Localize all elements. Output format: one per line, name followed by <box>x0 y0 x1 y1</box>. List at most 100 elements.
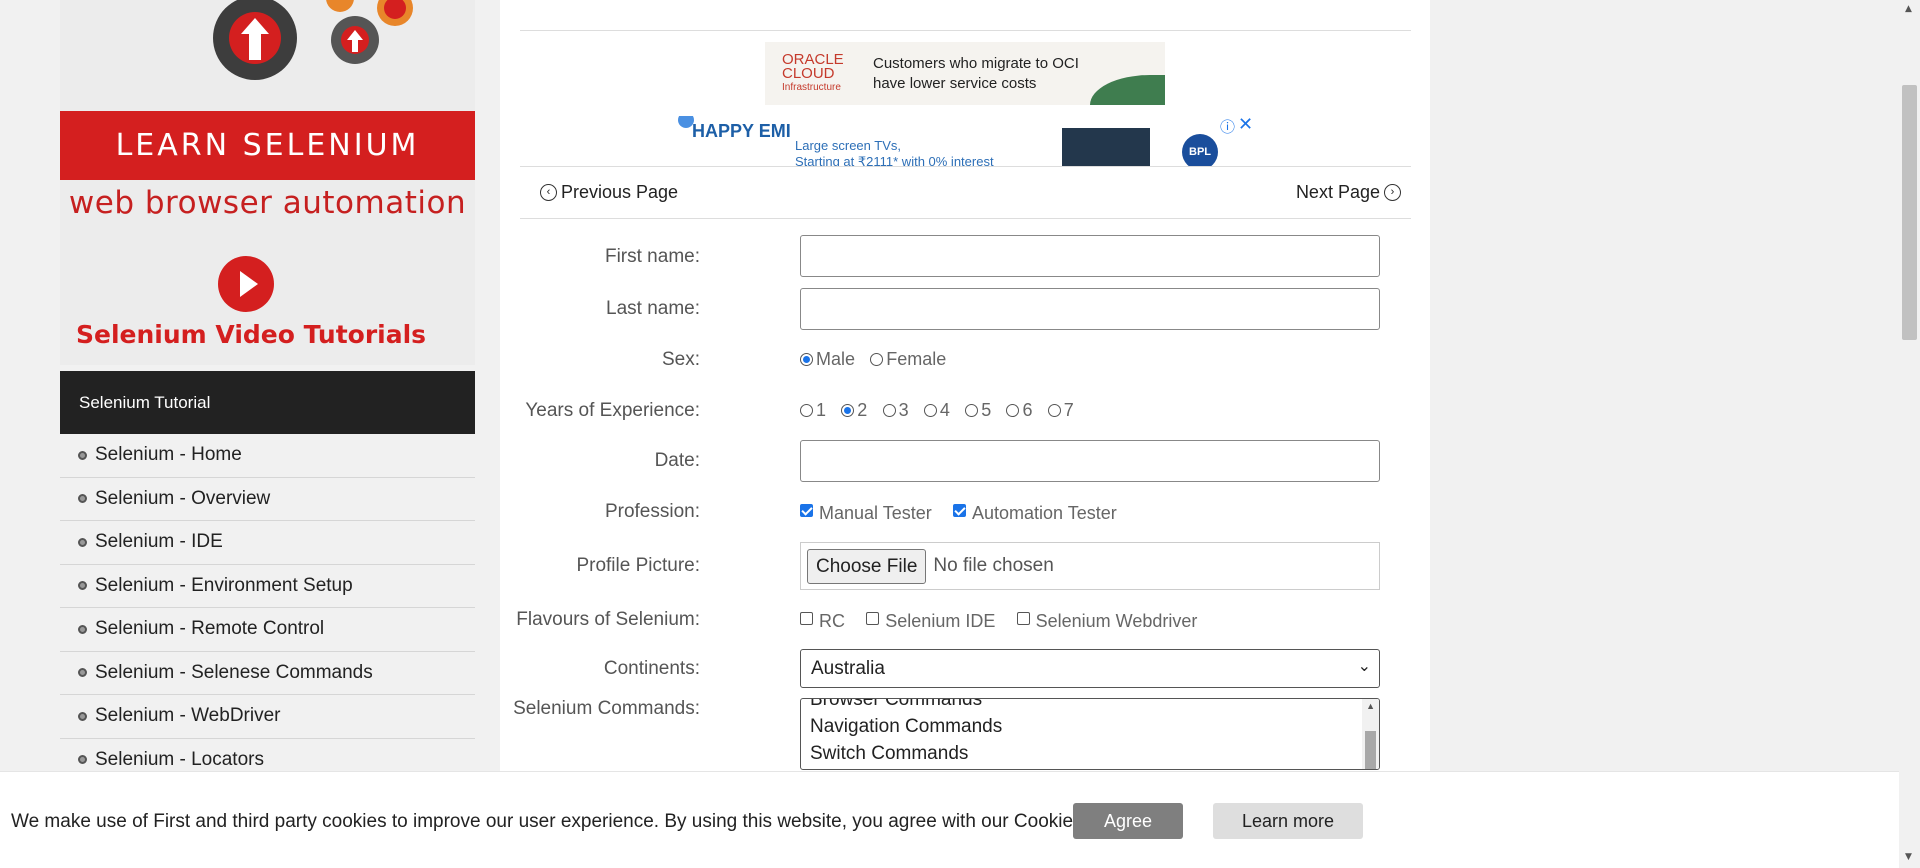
flavour-rc-label: RC <box>819 611 845 631</box>
main-content: ORACLE CLOUD Infrastructure Customers who… <box>500 0 1430 868</box>
sex-male-label: Male <box>816 349 856 369</box>
experience-label: Years of Experience: <box>525 400 700 421</box>
file-status: No file chosen <box>933 555 1054 576</box>
sidebar-header: Selenium Tutorial <box>60 371 475 434</box>
bpl-ad[interactable]: HAPPY EMI Large screen TVs, Starting at … <box>670 116 1255 166</box>
happy-emi-logo: HAPPY EMI <box>692 121 791 141</box>
automation-tester-option[interactable]: Automation Tester <box>953 503 1117 524</box>
info-icon[interactable]: ⓘ <box>1220 116 1235 137</box>
chevron-down-icon: ⌄ <box>1357 658 1371 675</box>
profession-label: Profession: <box>604 501 700 522</box>
bullet-icon <box>78 537 87 547</box>
bpl-logo: BPL <box>1182 134 1218 166</box>
sidebar-nav: Selenium - Home Selenium - Overview Sele… <box>60 434 475 782</box>
page-scrollbar[interactable]: ▲ ▼ <box>1899 0 1920 868</box>
previous-page-link[interactable]: ‹ Previous Page <box>536 182 678 203</box>
exp-radio-4[interactable] <box>923 404 937 417</box>
bullet-icon <box>78 668 87 678</box>
sidebar-item-label: Selenium - Selenese Commands <box>95 661 373 683</box>
page-scroll-thumb[interactable] <box>1902 85 1917 340</box>
automation-tester-label: Automation Tester <box>972 503 1117 523</box>
manual-tester-checkbox[interactable] <box>800 504 813 517</box>
exp-radio-3[interactable] <box>882 404 896 417</box>
commands-option[interactable]: Browser Commands <box>801 699 1379 713</box>
commands-label: Selenium Commands: <box>513 698 700 719</box>
exp-option-6[interactable]: 6 <box>1006 400 1033 421</box>
commands-listbox[interactable]: Browser Commands Navigation Commands Swi… <box>800 698 1380 770</box>
bpl-ad-line2: Starting at ₹2111* with 0% interest <box>795 154 994 166</box>
manual-tester-option[interactable]: Manual Tester <box>800 503 932 524</box>
exp-option-3[interactable]: 3 <box>882 400 909 421</box>
exp-label-5: 5 <box>981 400 992 420</box>
sidebar-item-ide[interactable]: Selenium - IDE <box>60 521 475 565</box>
sex-female-radio[interactable] <box>870 353 884 366</box>
first-name-input[interactable] <box>800 235 1380 277</box>
flavour-ide-checkbox[interactable] <box>866 612 880 625</box>
sex-female-option[interactable]: Female <box>870 349 946 370</box>
scroll-down-icon[interactable]: ▼ <box>1905 852 1912 862</box>
play-icon[interactable] <box>218 256 274 312</box>
sidebar-item-environment-setup[interactable]: Selenium - Environment Setup <box>60 565 475 608</box>
close-icon[interactable]: ✕ <box>1238 116 1253 135</box>
learn-selenium-banner[interactable]: LEARN SELENIUM web browser automation Se… <box>60 0 475 365</box>
exp-radio-5[interactable] <box>965 404 979 417</box>
scroll-up-icon[interactable]: ▲ <box>1366 701 1375 711</box>
sidebar-item-remote-control[interactable]: Selenium - Remote Control <box>60 608 475 652</box>
sex-male-option[interactable]: Male <box>800 349 855 370</box>
next-page-label: Next Page <box>1295 182 1380 202</box>
last-name-label: Last name: <box>606 298 700 319</box>
exp-radio-6[interactable] <box>1006 404 1020 417</box>
exp-label-7: 7 <box>1063 400 1074 420</box>
flavour-rc-checkbox[interactable] <box>800 612 813 625</box>
automation-tester-checkbox[interactable] <box>953 504 967 517</box>
commands-option[interactable]: Navigation Commands <box>801 713 1379 740</box>
exp-radio-2[interactable] <box>841 404 855 417</box>
exp-option-4[interactable]: 4 <box>923 400 950 421</box>
chevron-left-icon: ‹ <box>540 184 557 201</box>
first-name-label: First name: <box>604 246 700 267</box>
tv-image <box>1062 128 1150 166</box>
pager: ‹ Previous Page Next Page › <box>520 166 1411 219</box>
exp-radio-7[interactable] <box>1047 404 1061 417</box>
continents-row: Continents: Australia ⌄ <box>500 649 1430 688</box>
exp-option-7[interactable]: 7 <box>1047 400 1074 421</box>
continents-select[interactable]: Australia ⌄ <box>800 649 1380 688</box>
choose-file-button[interactable]: Choose File <box>807 548 927 584</box>
exp-option-1[interactable]: 1 <box>800 400 826 421</box>
exp-option-2[interactable]: 2 <box>841 400 867 421</box>
flavour-ide-option[interactable]: Selenium IDE <box>866 611 995 632</box>
sex-male-radio[interactable] <box>800 353 813 366</box>
flavour-webdriver-checkbox[interactable] <box>1016 612 1030 625</box>
last-name-input[interactable] <box>800 288 1380 330</box>
next-page-link[interactable]: Next Page › <box>1296 182 1405 203</box>
sidebar-item-home[interactable]: Selenium - Home <box>60 434 475 478</box>
exp-label-4: 4 <box>939 400 950 420</box>
ad-decoration <box>1090 75 1165 105</box>
oracle-ad-line2: have lower service costs <box>873 74 1037 92</box>
oracle-logo-sub: Infrastructure <box>782 81 841 93</box>
sidebar-item-label: Selenium - IDE <box>95 531 223 553</box>
sidebar-item-selenese-commands[interactable]: Selenium - Selenese Commands <box>60 652 475 695</box>
commands-option[interactable]: Switch Commands <box>801 740 1379 767</box>
bpl-ad-text: Large screen TVs, Starting at ₹2111* wit… <box>795 138 994 166</box>
listbox-scroll-thumb[interactable] <box>1365 731 1376 769</box>
flavour-webdriver-option[interactable]: Selenium Webdriver <box>1016 611 1197 632</box>
learn-more-button[interactable]: Learn more <box>1213 803 1363 839</box>
exp-option-5[interactable]: 5 <box>965 400 991 421</box>
bullet-icon <box>78 711 87 721</box>
date-input[interactable] <box>800 440 1380 482</box>
scroll-up-icon[interactable]: ▲ <box>1905 4 1912 14</box>
listbox-scrollbar[interactable]: ▲ <box>1362 699 1379 769</box>
flavour-ide-label: Selenium IDE <box>885 611 996 631</box>
flavour-rc-option[interactable]: RC <box>800 611 845 632</box>
exp-radio-1[interactable] <box>800 404 813 417</box>
oracle-ad-line1: Customers who migrate to OCI <box>873 54 1079 72</box>
agree-button[interactable]: Agree <box>1073 803 1183 839</box>
oracle-ad[interactable]: ORACLE CLOUD Infrastructure Customers who… <box>765 42 1165 105</box>
profession-options: Manual Tester Automation Tester <box>800 501 1127 524</box>
sidebar-item-webdriver[interactable]: Selenium - WebDriver <box>60 695 475 739</box>
sidebar-item-overview[interactable]: Selenium - Overview <box>60 478 475 521</box>
oracle-logo-text: ORACLE CLOUD <box>782 50 844 82</box>
flavours-options: RC Selenium IDE Selenium Webdriver <box>800 609 1207 632</box>
continents-label: Continents: <box>603 658 700 679</box>
